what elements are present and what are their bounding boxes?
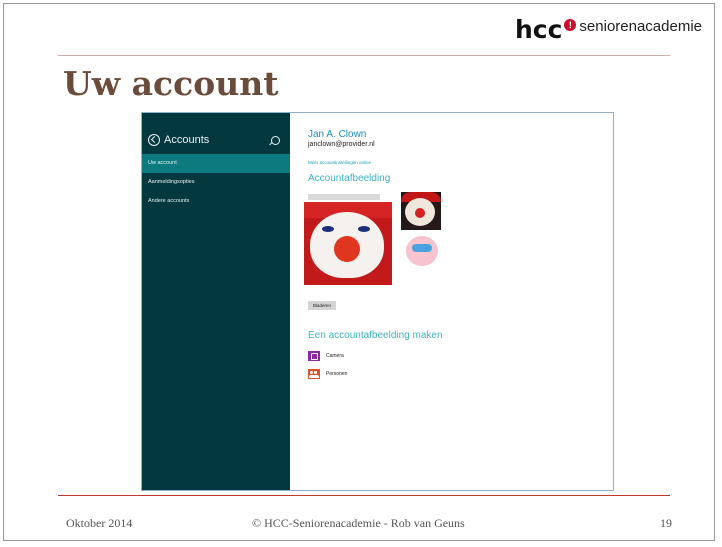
footer-date: Oktober 2014 xyxy=(66,516,133,530)
option-people[interactable]: Personen xyxy=(308,369,613,379)
picture-placeholder-strip xyxy=(308,194,380,200)
sidebar-item-aanmeldingsopties[interactable]: Aanmeldingsopties xyxy=(142,173,290,192)
footer-credit: © HCC-Seniorenacademie - Rob van Geuns xyxy=(252,516,465,530)
footer-divider xyxy=(58,495,670,496)
logo-alert-dot: ! xyxy=(564,19,577,31)
sidebar-item-uw-account[interactable]: Uw account xyxy=(142,154,290,173)
user-name: Jan A. Clown xyxy=(308,129,367,140)
make-picture-heading: Een accountafbeelding maken xyxy=(308,330,443,341)
account-main-panel: Jan A. Clown janclown@provider.nl Meer a… xyxy=(290,113,613,490)
title-divider xyxy=(58,55,670,56)
option-camera-label: Camera xyxy=(326,353,344,359)
account-picture-area xyxy=(304,192,458,294)
logo-subtitle: seniorenacademie xyxy=(579,17,702,35)
previous-picture-2[interactable] xyxy=(404,234,440,268)
browse-button[interactable]: Bladeren xyxy=(308,301,337,310)
more-settings-link[interactable]: Meer accountinstellingen online xyxy=(308,160,613,165)
sidebar-header: Accounts xyxy=(142,113,290,148)
option-camera[interactable]: Camera xyxy=(308,351,613,361)
hcc-logo: hcc ! seniorenacademie xyxy=(515,14,702,44)
previous-picture-1[interactable] xyxy=(401,192,441,230)
user-email: janclown@provider.nl xyxy=(308,141,375,148)
back-arrow-icon[interactable] xyxy=(148,134,160,146)
accounts-sidebar: Accounts Uw account Aanmeldingsopties An… xyxy=(142,113,290,490)
page-number: 19 xyxy=(660,516,672,530)
option-people-label: Personen xyxy=(326,371,348,377)
account-picture-heading: Accountafbeelding xyxy=(308,173,391,184)
slide-title: Uw account xyxy=(63,64,279,103)
accounts-window: Accounts Uw account Aanmeldingsopties An… xyxy=(141,112,614,491)
search-icon[interactable] xyxy=(271,135,280,145)
sidebar-title: Accounts xyxy=(164,134,210,146)
current-account-picture xyxy=(304,202,392,285)
sidebar-item-andere-accounts[interactable]: Andere accounts xyxy=(142,192,290,211)
camera-icon xyxy=(308,351,320,361)
logo-brand: hcc xyxy=(514,14,563,44)
people-icon xyxy=(308,369,320,379)
